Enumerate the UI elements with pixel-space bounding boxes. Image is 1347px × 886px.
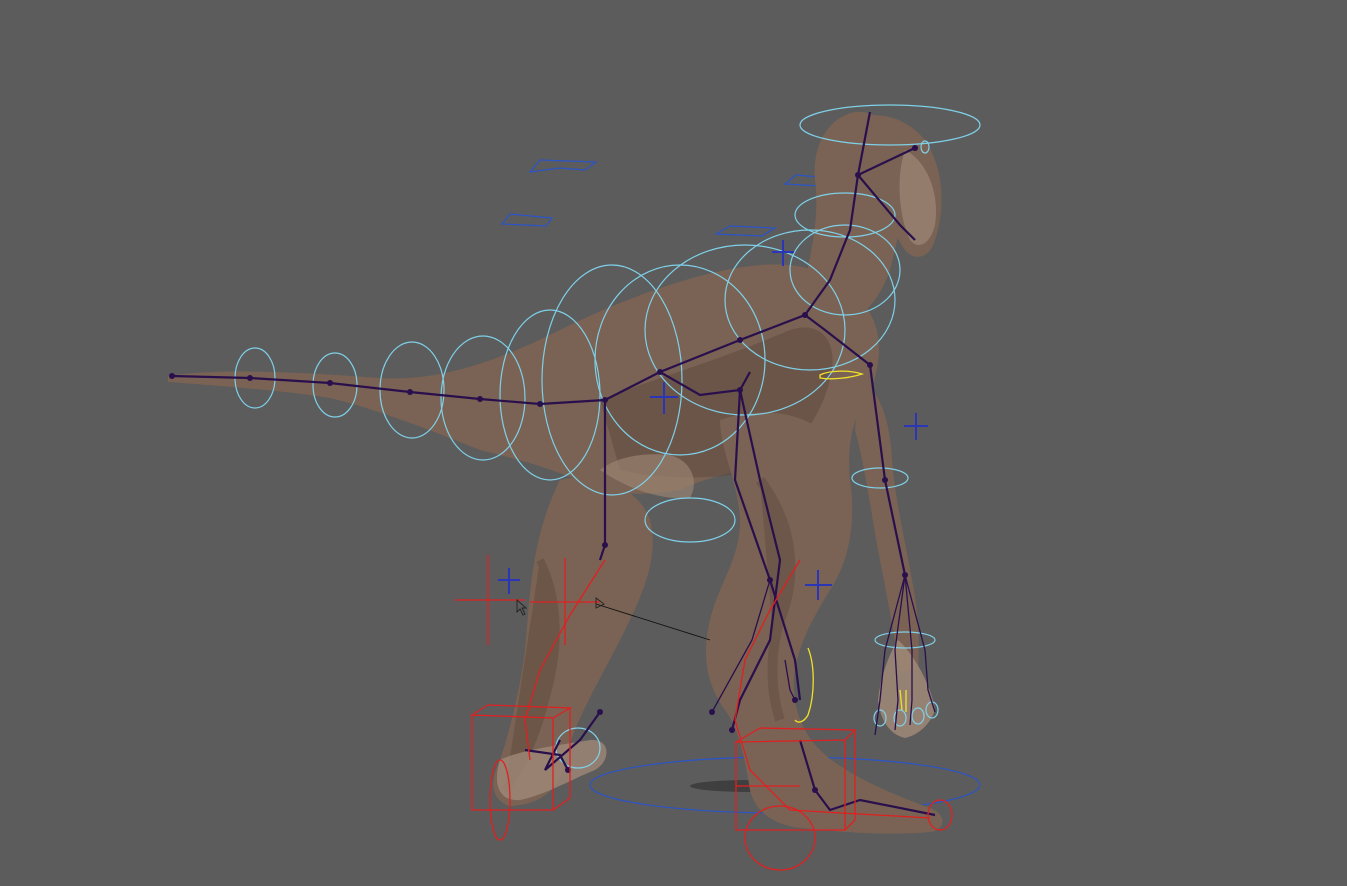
3d-viewport[interactable] (0, 0, 1347, 886)
locator-plus-icon (904, 413, 928, 440)
mouse-cursor-icon (516, 598, 528, 616)
blue-curve-control[interactable] (713, 225, 777, 237)
blue-curve-control[interactable] (500, 213, 554, 227)
blue-curve-control[interactable] (528, 159, 598, 173)
raptor-mesh[interactable] (168, 111, 943, 834)
locator-plus-icon (498, 568, 520, 594)
scene-canvas[interactable] (0, 0, 1347, 886)
